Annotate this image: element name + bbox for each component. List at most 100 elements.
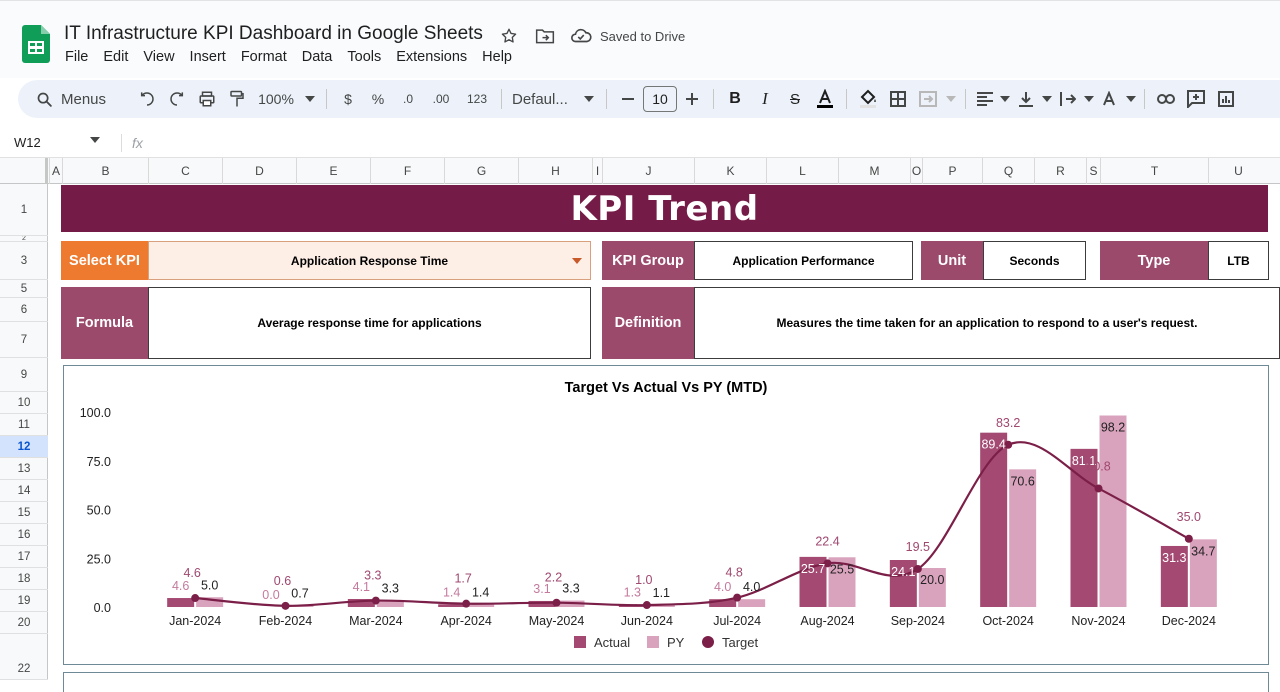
- text-wrapping-icon[interactable]: [1054, 85, 1082, 113]
- row-header[interactable]: 17: [0, 546, 48, 568]
- menu-extensions[interactable]: Extensions: [396, 49, 467, 65]
- row-header[interactable]: 6: [0, 298, 48, 322]
- x-tick-label: Feb-2024: [259, 614, 313, 628]
- next-chart-frame[interactable]: [63, 672, 1269, 692]
- paint-format-icon[interactable]: [222, 85, 252, 113]
- column-header[interactable]: T: [1100, 158, 1208, 184]
- star-icon[interactable]: [498, 25, 520, 47]
- menu-help[interactable]: Help: [482, 49, 512, 65]
- bold-icon[interactable]: B: [720, 85, 750, 113]
- menu-tools[interactable]: Tools: [347, 49, 381, 65]
- row-header[interactable]: 5: [0, 280, 48, 298]
- row-header[interactable]: 16: [0, 524, 48, 546]
- valign-dropdown-icon[interactable]: [1040, 85, 1054, 113]
- text-color-icon[interactable]: [810, 85, 840, 113]
- merge-dropdown-icon[interactable]: [943, 85, 959, 113]
- row-header[interactable]: 1: [0, 184, 48, 236]
- column-header[interactable]: Q: [982, 158, 1034, 184]
- document-title[interactable]: IT Infrastructure KPI Dashboard in Googl…: [64, 23, 483, 45]
- font-family-select[interactable]: Defaul...: [508, 85, 578, 113]
- row-header[interactable]: 3: [0, 242, 48, 280]
- column-header[interactable]: C: [148, 158, 222, 184]
- zoom-select[interactable]: 100%: [252, 85, 300, 113]
- row-header[interactable]: 18: [0, 568, 48, 590]
- increase-font-size-icon[interactable]: [677, 85, 707, 113]
- redo-icon[interactable]: [162, 85, 192, 113]
- menu-view[interactable]: View: [143, 49, 174, 65]
- increase-decimals-button[interactable]: .00: [423, 85, 459, 113]
- insert-link-icon[interactable]: [1151, 85, 1181, 113]
- cloud-saved-icon[interactable]: [570, 25, 592, 47]
- column-header[interactable]: I: [592, 158, 602, 184]
- row-header[interactable]: 20: [0, 612, 48, 634]
- borders-icon[interactable]: [883, 85, 913, 113]
- row-header[interactable]: 22: [0, 658, 48, 680]
- column-header[interactable]: O: [910, 158, 922, 184]
- row-header[interactable]: 13: [0, 458, 48, 480]
- row-header[interactable]: 15: [0, 502, 48, 524]
- name-box-dropdown-icon[interactable]: [90, 137, 100, 143]
- menu-data[interactable]: Data: [302, 49, 333, 65]
- row-header[interactable]: 7: [0, 322, 48, 358]
- column-header[interactable]: D: [222, 158, 296, 184]
- insert-chart-icon[interactable]: [1211, 85, 1241, 113]
- italic-icon[interactable]: I: [750, 85, 780, 113]
- wrap-dropdown-icon[interactable]: [1082, 85, 1096, 113]
- horizontal-align-icon[interactable]: [972, 85, 998, 113]
- column-header[interactable]: J: [602, 158, 694, 184]
- dropdown-arrow-icon[interactable]: [572, 258, 582, 264]
- font-size-input[interactable]: 10: [643, 86, 677, 112]
- row-header[interactable]: 10: [0, 392, 48, 414]
- row-header-selected[interactable]: 12: [0, 436, 48, 458]
- menu-format[interactable]: Format: [241, 49, 287, 65]
- move-folder-icon[interactable]: [534, 25, 556, 47]
- currency-format-button[interactable]: $: [333, 85, 363, 113]
- strikethrough-icon[interactable]: S: [780, 85, 810, 113]
- select-all-corner[interactable]: [0, 158, 48, 184]
- menu-file[interactable]: File: [65, 49, 88, 65]
- select-kpi-dropdown[interactable]: Application Response Time: [148, 241, 591, 280]
- name-box[interactable]: W12: [14, 135, 41, 150]
- percent-format-button[interactable]: %: [363, 85, 393, 113]
- row-header[interactable]: 11: [0, 414, 48, 436]
- text-rotation-icon[interactable]: [1096, 85, 1124, 113]
- decrease-font-size-icon[interactable]: [613, 85, 643, 113]
- decrease-decimals-button[interactable]: .0: [393, 85, 423, 113]
- column-header[interactable]: A: [49, 158, 62, 184]
- vertical-align-icon[interactable]: [1012, 85, 1040, 113]
- column-header[interactable]: L: [766, 158, 838, 184]
- target-line: [195, 441, 1190, 607]
- more-formats-button[interactable]: 123: [459, 85, 495, 113]
- insert-comment-icon[interactable]: [1181, 85, 1211, 113]
- undo-icon[interactable]: [132, 85, 162, 113]
- column-header[interactable]: H: [518, 158, 592, 184]
- column-header[interactable]: S: [1086, 158, 1100, 184]
- kpi-trend-chart[interactable]: Target Vs Actual Vs PY (MTD) 100.0 75.0 50.…: [63, 365, 1269, 665]
- column-header[interactable]: K: [694, 158, 766, 184]
- align-dropdown-icon[interactable]: [998, 85, 1012, 113]
- menu-edit[interactable]: Edit: [103, 49, 128, 65]
- column-header[interactable]: B: [62, 158, 148, 184]
- font-dropdown-icon[interactable]: [578, 85, 600, 113]
- dashboard-banner[interactable]: KPI Trend: [61, 185, 1268, 232]
- sheets-logo-icon[interactable]: [22, 25, 50, 63]
- menu-insert[interactable]: Insert: [190, 49, 226, 65]
- print-icon[interactable]: [192, 85, 222, 113]
- zoom-dropdown-icon[interactable]: [300, 85, 320, 113]
- column-header[interactable]: U: [1208, 158, 1268, 184]
- search-menus-button[interactable]: Menus: [24, 84, 132, 114]
- column-header[interactable]: M: [838, 158, 910, 184]
- fill-color-icon[interactable]: [853, 85, 883, 113]
- column-header[interactable]: G: [444, 158, 518, 184]
- actual-data-label: 1.3: [624, 585, 641, 599]
- row-header[interactable]: 9: [0, 358, 48, 392]
- row-header[interactable]: 19: [0, 590, 48, 612]
- rotation-dropdown-icon[interactable]: [1124, 85, 1138, 113]
- column-header[interactable]: R: [1034, 158, 1086, 184]
- column-header[interactable]: P: [922, 158, 982, 184]
- legend-swatch: [702, 636, 714, 648]
- row-header[interactable]: 14: [0, 480, 48, 502]
- column-header[interactable]: F: [370, 158, 444, 184]
- merge-cells-icon[interactable]: [913, 85, 943, 113]
- column-header[interactable]: E: [296, 158, 370, 184]
